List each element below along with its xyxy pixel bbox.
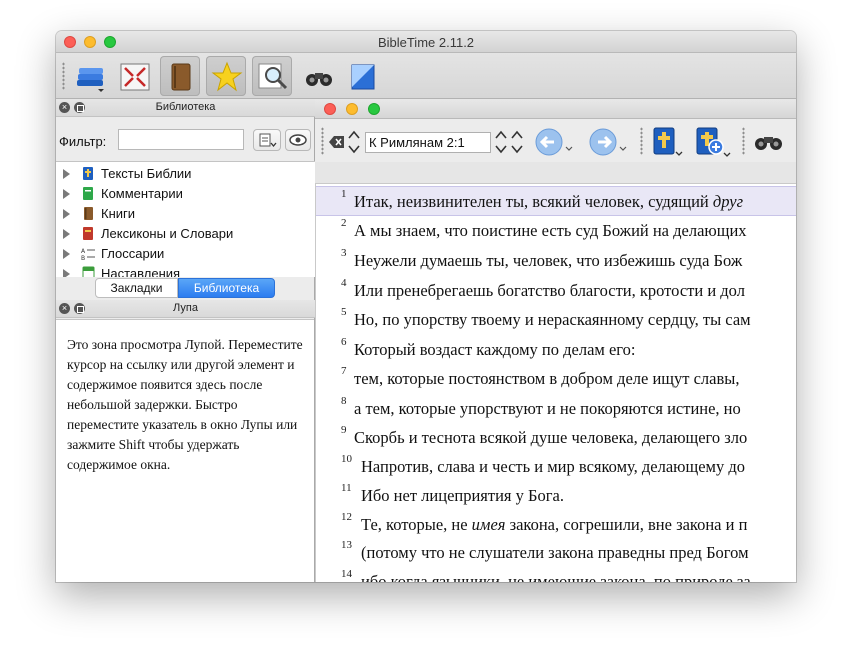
expand-arrow-icon[interactable] [63,249,70,259]
tree-item-devotionals[interactable]: Наставления [56,264,315,277]
verse-row[interactable]: 9 Скорбь и теснота всякой душе человека,… [316,423,796,453]
bible-text-view[interactable]: 1 Итак, неизвинителен ты, всякий человек… [315,184,796,582]
reader-toolbar: К Римлянам 2:1 [315,119,796,162]
verse-row[interactable]: 14 ибо когда язычники, не имеющие закона… [316,567,796,582]
tree-item-bibles[interactable]: Тексты Библии [56,164,315,184]
tab-library[interactable]: Библиотека [178,278,275,298]
verse-row[interactable]: 8 а тем, которые упорствуют и не покоряю… [316,394,796,424]
reader-close-button[interactable] [324,103,336,115]
filter-label: Фильтр: [59,134,107,149]
left-panel: × Библиотека Фильтр: Тексты Библии Комме… [56,99,315,582]
grouping-button[interactable] [253,129,281,151]
fullscreen-icon [120,63,150,91]
svg-text:A: A [81,248,86,255]
main-window: BibleTime 2.11.2 × Библиотека Фильтр: Те… [56,31,796,582]
search-in-text-icon[interactable] [752,129,786,155]
verse-row[interactable]: 7 тем, которые постоянством в добром дел… [316,364,796,394]
toolbar-separator [742,127,745,155]
title-bar: BibleTime 2.11.2 [56,31,796,53]
filter-input[interactable] [118,129,244,150]
devotional-icon [82,266,95,277]
verse-row[interactable]: 1 Итак, неизвинителен ты, всякий человек… [316,186,796,216]
stacked-books-icon [77,68,104,92]
reader-zoom-button[interactable] [368,103,380,115]
bible-selector-icon[interactable] [648,125,688,159]
verse-row[interactable]: 11 Ибо нет лицеприятия у Бога. [316,481,796,511]
reader-title-bar [315,99,796,119]
magnifier-title: Лупа [173,302,198,314]
magnifier-icon [258,63,288,90]
magnifier-button[interactable] [252,56,292,96]
fullscreen-button[interactable] [114,56,154,96]
tree-item-glossaries[interactable]: AB Глоссарии [56,244,315,264]
tree-item-books[interactable]: Книги [56,204,315,224]
expand-arrow-icon[interactable] [63,269,70,277]
verse-row[interactable]: 4 Или пренебрегаешь богатство благости, … [316,276,796,306]
lexicon-icon [83,227,93,240]
eye-icon [289,134,307,146]
magnifier-dock-header: × Лупа [56,300,315,318]
glossary-icon: AB [81,248,95,261]
open-works-button[interactable] [70,56,110,96]
key-stepper-icon[interactable] [347,129,361,155]
add-bible-icon[interactable] [693,125,733,159]
search-button[interactable] [298,56,338,96]
reader-window: К Римлянам 2:1 1 Итак, неизвинителен ты,… [315,99,796,582]
verse-row[interactable]: 3 Неужели думаешь ты, человек, что избеж… [316,246,796,276]
verse-row[interactable]: 10 Напротив, слава и честь и мир всякому… [316,452,796,482]
window-icon [351,64,375,90]
verse-row[interactable]: 2 А мы знаем, что поистине есть суд Божи… [316,216,796,246]
binoculars-icon [306,73,332,86]
clear-key-icon[interactable] [329,135,345,149]
window-title: BibleTime 2.11.2 [377,35,475,50]
reader-header-strip [315,162,796,184]
svg-text:B: B [81,255,85,261]
book-icon [171,63,191,91]
bookshelf-button[interactable] [160,56,200,96]
verse-row[interactable]: 13 (потому что не слушатели закона праве… [316,538,796,568]
window-arrange-button[interactable] [342,56,382,96]
main-toolbar [56,53,796,99]
toolbar-separator [640,127,643,155]
toolbar-separator [321,127,324,155]
bible-texts-icon [83,167,93,180]
library-title: Библиотека [155,101,216,113]
grouping-icon [259,133,277,148]
expand-arrow-icon[interactable] [63,229,70,239]
bookmarks-button[interactable] [206,56,246,96]
library-dock-header: × Библиотека [56,99,315,117]
tree-item-commentaries[interactable]: Комментарии [56,184,315,204]
forward-arrow-icon[interactable] [588,127,632,157]
magnifier-text: Это зона просмотра Лупой. Переместите ку… [56,319,314,582]
toolbar-grip[interactable] [62,62,65,90]
reference-input[interactable]: К Римлянам 2:1 [365,132,491,153]
tab-bookmarks[interactable]: Закладки [95,278,178,298]
book-icon [84,207,93,220]
back-arrow-icon[interactable] [534,127,578,157]
verse-row[interactable]: 5 Но, по упорству твоему и нераскаянному… [316,305,796,335]
expand-arrow-icon[interactable] [63,209,70,219]
expand-arrow-icon[interactable] [63,189,70,199]
library-tree: Тексты Библии Комментарии Книги Лексикон… [56,161,315,277]
commentary-icon [83,187,93,200]
verse-row[interactable]: 12 Те, которые, не имея закона, согрешил… [316,510,796,540]
star-icon [211,61,243,92]
expand-arrow-icon[interactable] [63,169,70,179]
chapter-verse-stepper-icon[interactable] [494,129,528,155]
tree-item-lexicons[interactable]: Лексиконы и Словари [56,224,315,244]
reader-minimize-button[interactable] [346,103,358,115]
show-hide-button[interactable] [285,129,311,151]
verse-row[interactable]: 6 Который воздаст каждому по делам его: [316,335,796,365]
